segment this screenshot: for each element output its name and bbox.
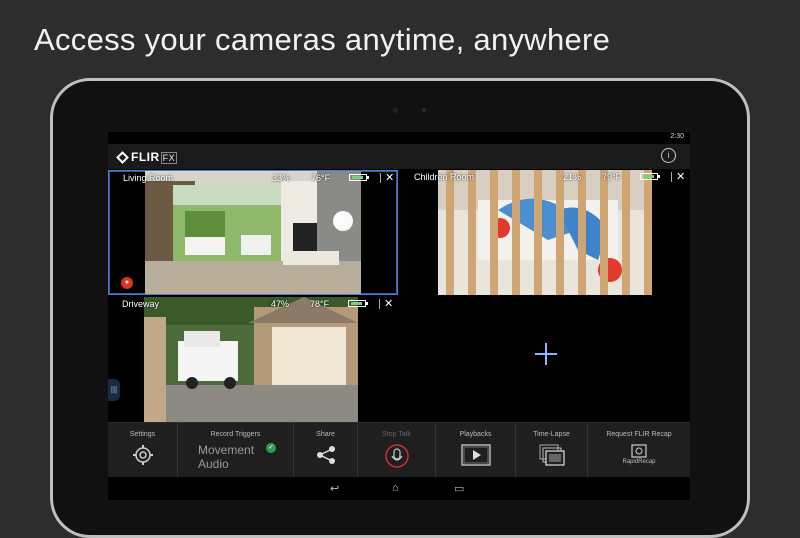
headline: Access your cameras anytime, anywhere [34, 22, 611, 57]
add-icon[interactable] [535, 343, 557, 365]
add-camera-tile[interactable] [400, 297, 690, 422]
temperature-value: 78°F [310, 299, 330, 309]
driveway-feed [144, 297, 358, 422]
system-nav-bar: ↩ ⌂ ▭ [108, 477, 690, 500]
logo-suffix: FX [160, 152, 178, 164]
camera-tile-driveway[interactable]: Driveway 47% 78°F ✕ [108, 297, 398, 422]
close-icon[interactable]: ✕ [676, 170, 685, 183]
stop-talk-label: Stop Talk [382, 431, 411, 438]
humidity-value: 47% [271, 299, 290, 309]
playbacks-label: Playbacks [459, 431, 492, 438]
battery-icon [349, 174, 369, 181]
battery-icon [348, 300, 368, 307]
camera-tile-living-room[interactable]: Living Room 33% 76°F ✕ ● [108, 170, 398, 295]
camera-grid: Living Room 33% 76°F ✕ ● Children Room 2… [108, 170, 690, 422]
time-lapse-label: Time-Lapse [533, 431, 570, 438]
logo-mark-icon [116, 151, 129, 164]
settings-label: Settings [129, 431, 156, 438]
side-drawer-handle[interactable]: ||| [108, 379, 120, 401]
back-icon[interactable]: ↩ [330, 482, 339, 495]
tile-header: Living Room 33% 76°F ✕ [109, 171, 397, 185]
microphone-icon [384, 444, 409, 468]
share-button[interactable]: Share [294, 423, 358, 477]
app-bar: FLIR FX i [108, 144, 690, 169]
camera-name: Children Room [414, 172, 475, 182]
tablet-camera [393, 108, 398, 113]
close-icon[interactable]: ✕ [384, 297, 393, 310]
request-recap-label: Request FLIR Recap [606, 431, 672, 438]
settings-button[interactable]: Settings [108, 423, 178, 477]
home-icon[interactable]: ⌂ [392, 482, 399, 494]
playback-icon [460, 444, 491, 466]
bottom-toolbar: Settings Record Triggers Movement Audio … [108, 422, 690, 477]
stop-talk-button[interactable]: Stop Talk [358, 423, 436, 477]
time-lapse-button[interactable]: Time-Lapse [516, 423, 588, 477]
living-room-feed [145, 171, 361, 294]
recap-icon [631, 444, 647, 458]
app-screen: 2:30 FLIR FX i Living Room 33% 76°F ✕ ● … [108, 132, 690, 500]
divider [671, 172, 672, 182]
tile-header: Children Room 21% 79°F ✕ [400, 170, 690, 184]
time-lapse-icon [539, 444, 565, 466]
share-label: Share [316, 431, 335, 438]
children-room-feed [438, 170, 652, 295]
share-icon [316, 446, 335, 464]
humidity-value: 33% [272, 173, 291, 183]
app-logo: FLIR FX [116, 150, 178, 164]
trigger-movement[interactable]: Movement [198, 443, 254, 457]
camera-tile-children-room[interactable]: Children Room 21% 79°F ✕ [400, 170, 690, 295]
logo-text: FLIR [131, 150, 160, 164]
recents-icon[interactable]: ▭ [454, 482, 464, 495]
divider [380, 173, 381, 183]
gear-icon [132, 445, 153, 465]
tile-header: Driveway 47% 78°F ✕ [108, 297, 398, 311]
mic-active-icon[interactable]: ● [121, 277, 133, 289]
close-icon[interactable]: ✕ [385, 171, 394, 184]
record-triggers-label: Record Triggers [210, 431, 261, 438]
tablet-sensor [422, 108, 426, 112]
trigger-audio[interactable]: Audio [198, 457, 254, 471]
battery-icon [640, 173, 660, 180]
info-icon[interactable]: i [661, 148, 676, 163]
rapid-recap-button[interactable]: Request FLIR Recap RapidRecap [588, 423, 690, 477]
temperature-value: 79°F [602, 172, 622, 182]
movement-check-icon[interactable]: ✓ [266, 443, 276, 453]
rapid-recap-label: RapidRecap [622, 459, 656, 465]
status-time: 2:30 [670, 133, 684, 140]
camera-name: Driveway [122, 299, 160, 309]
record-triggers-panel: Record Triggers Movement Audio ✓ [178, 423, 294, 477]
divider [379, 299, 380, 309]
playbacks-button[interactable]: Playbacks [436, 423, 516, 477]
temperature-value: 76°F [311, 173, 331, 183]
humidity-value: 21% [563, 172, 582, 182]
status-bar: 2:30 [108, 132, 690, 144]
camera-name: Living Room [123, 173, 174, 183]
